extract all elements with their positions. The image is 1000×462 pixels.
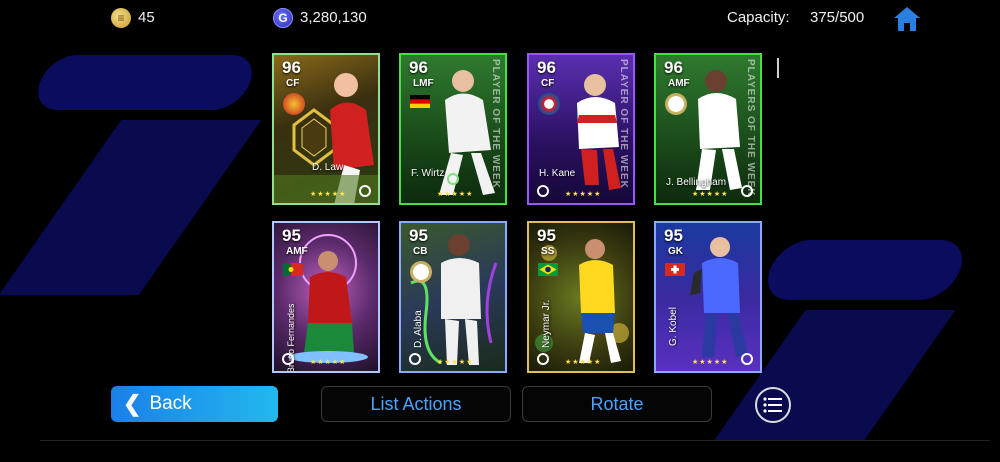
divider xyxy=(40,440,990,441)
player-card[interactable]: PLAYERS OF THE WEEK 96 AMF J. Bellingham… xyxy=(654,53,762,205)
capacity-value: 375/500 xyxy=(810,9,865,26)
player-card[interactable]: 95 GK G. Kobel ★★★★★ xyxy=(654,221,762,373)
capacity-label: Capacity: xyxy=(727,9,790,26)
card-rating: 96 xyxy=(664,58,683,77)
back-button-label: Back xyxy=(149,393,192,414)
card-position: CF xyxy=(286,78,300,89)
efootball-logo-icon xyxy=(447,173,459,185)
scrollbar[interactable] xyxy=(777,58,779,78)
card-position: CB xyxy=(413,246,428,257)
card-stars: ★★★★★ xyxy=(565,359,602,366)
card-rating: 95 xyxy=(664,226,683,245)
top-bar: ≡ 45 G 3,280,130 Capacity: 375/500 xyxy=(0,0,1000,36)
card-player-name: D. Law xyxy=(312,162,344,173)
card-player-name: F. Wirtz xyxy=(411,168,445,179)
background-shape xyxy=(759,240,971,300)
card-player-name: H. Kane xyxy=(539,168,576,179)
home-icon[interactable] xyxy=(893,6,921,32)
efootball-logo-icon xyxy=(282,353,294,365)
card-rating: 96 xyxy=(282,58,301,77)
list-actions-button[interactable]: List Actions xyxy=(321,386,511,422)
menu-button[interactable] xyxy=(755,387,791,423)
efootball-logo-icon xyxy=(359,185,371,197)
player-card[interactable]: 96 CF D. Law ★★★★★ xyxy=(272,53,380,205)
back-button[interactable]: ❮ Back xyxy=(111,386,278,422)
card-position: SS xyxy=(541,246,555,257)
gp-icon: G xyxy=(273,8,293,28)
switzerland-flag-icon xyxy=(665,263,685,276)
club-emblem-icon xyxy=(538,93,560,115)
card-stars: ★★★★★ xyxy=(310,359,347,366)
efootball-logo-icon xyxy=(409,353,421,365)
efootball-logo-icon xyxy=(741,353,753,365)
card-position: GK xyxy=(668,246,683,257)
card-rating: 95 xyxy=(409,226,428,245)
player-card[interactable]: PLAYER OF THE WEEK 96 LMF F. Wirtz ★★★★★ xyxy=(399,53,507,205)
card-stars: ★★★★★ xyxy=(565,191,602,198)
list-actions-label: List Actions xyxy=(370,393,462,414)
player-card[interactable]: 95 AMF Bruno Fernandes ★★★★★ xyxy=(272,221,380,373)
card-player-name: D. Alaba xyxy=(413,310,424,348)
club-emblem-icon xyxy=(410,261,432,283)
card-position: LMF xyxy=(413,78,434,89)
card-rating: 96 xyxy=(537,58,556,77)
card-rating: 95 xyxy=(282,226,301,245)
rotate-label: Rotate xyxy=(590,393,644,414)
gp-balance: 3,280,130 xyxy=(300,9,367,26)
card-position: CF xyxy=(541,78,555,89)
club-emblem-icon xyxy=(665,93,687,115)
card-rating: 95 xyxy=(537,226,556,245)
card-stars: ★★★★★ xyxy=(692,191,729,198)
player-of-the-week-label: PLAYER OF THE WEEK xyxy=(490,59,501,189)
background-shape xyxy=(0,120,262,295)
player-card[interactable]: 95 SS Neymar Jr. ★★★★★ xyxy=(527,221,635,373)
efootball-logo-icon xyxy=(537,353,549,365)
card-player-name: G. Kobel xyxy=(668,307,679,346)
player-card[interactable]: 95 CB D. Alaba ★★★★★ xyxy=(399,221,507,373)
club-emblem-icon xyxy=(283,93,305,115)
card-player-name: J. Bellingham xyxy=(666,177,727,188)
rotate-button[interactable]: Rotate xyxy=(522,386,712,422)
card-stars: ★★★★★ xyxy=(692,359,729,366)
card-position: AMF xyxy=(286,246,308,257)
player-of-the-week-label: PLAYERS OF THE WEEK xyxy=(745,59,756,197)
germany-flag-icon xyxy=(410,95,430,108)
card-stars: ★★★★★ xyxy=(437,359,474,366)
ecoin-icon: ≡ xyxy=(111,8,131,28)
efootball-logo-icon xyxy=(537,185,549,197)
coin-balance: 45 xyxy=(138,9,155,26)
card-player-name: Neymar Jr. xyxy=(541,299,552,348)
player-of-the-week-label: PLAYER OF THE WEEK xyxy=(618,59,629,189)
card-stars: ★★★★★ xyxy=(310,191,347,198)
card-position: AMF xyxy=(668,78,690,89)
chevron-left-icon: ❮ xyxy=(123,391,142,416)
list-menu-icon xyxy=(763,397,782,413)
card-rating: 96 xyxy=(409,58,428,77)
portugal-flag-icon xyxy=(283,263,303,276)
player-card[interactable]: PLAYER OF THE WEEK 96 CF H. Kane ★★★★★ xyxy=(527,53,635,205)
efootball-logo-icon xyxy=(741,185,753,197)
background-shape xyxy=(29,55,261,110)
card-stars: ★★★★★ xyxy=(437,191,474,198)
brazil-flag-icon xyxy=(538,263,558,276)
